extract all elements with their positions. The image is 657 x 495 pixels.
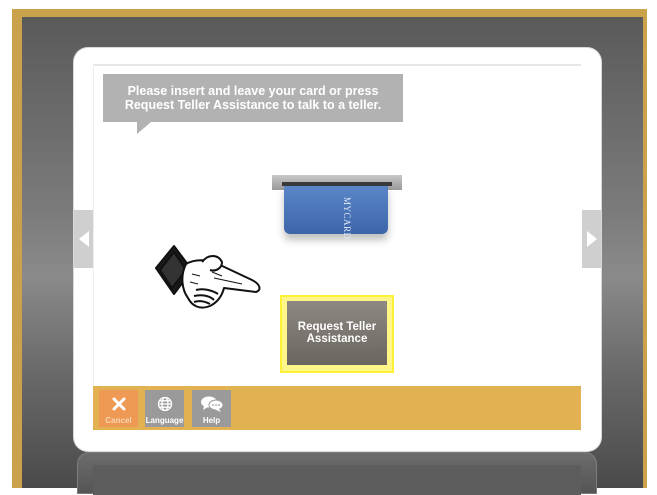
language-label: Language <box>145 416 184 425</box>
pointing-hand-icon <box>155 245 261 309</box>
instruction-bubble: Please insert and leave your card or pre… <box>103 74 403 122</box>
globe-icon <box>145 393 184 415</box>
cancel-label: Cancel <box>105 416 132 425</box>
instruction-line-2: Request Teller Assistance to talk to a t… <box>124 98 382 112</box>
previous-page-button[interactable] <box>74 210 93 268</box>
close-icon <box>99 393 138 415</box>
help-button[interactable]: Help <box>192 390 231 427</box>
language-button[interactable]: Language <box>145 390 184 427</box>
bezel-reflection-inner <box>93 465 581 495</box>
chevron-left-icon <box>78 231 89 247</box>
teller-button-line-2: Assistance <box>306 333 368 345</box>
teller-button-line-1: Request Teller <box>297 321 377 333</box>
top-divider <box>93 64 581 66</box>
card-label: MYCARD <box>342 197 352 240</box>
help-label: Help <box>202 416 221 425</box>
chevron-right-icon <box>586 231 597 247</box>
request-teller-assistance-button[interactable]: Request Teller Assistance <box>287 301 387 365</box>
cancel-button[interactable]: Cancel <box>99 390 138 427</box>
left-divider <box>93 64 94 386</box>
instruction-line-1: Please insert and leave your card or pre… <box>127 84 379 98</box>
chat-bubbles-icon <box>192 393 231 415</box>
bubble-tail <box>137 122 151 134</box>
next-page-button[interactable] <box>582 210 601 268</box>
